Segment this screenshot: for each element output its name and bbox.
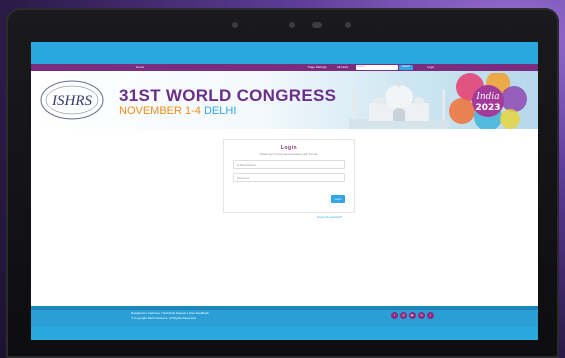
ishrs-logo[interactable]: ISHRS bbox=[39, 79, 105, 121]
congress-title: 31ST WORLD CONGRESS bbox=[119, 86, 337, 105]
camera-dot bbox=[232, 22, 238, 28]
email-field[interactable]: E-Mail Address bbox=[233, 160, 345, 169]
footer-bottom-bar bbox=[31, 327, 538, 340]
taj-mahal-illustration bbox=[349, 81, 449, 129]
india-2023-badge: India 2023 bbox=[449, 73, 527, 129]
social-icons: f ◎ ▶ in t bbox=[391, 312, 434, 319]
footer-links: Designed in Cadmore | Technical Support … bbox=[131, 311, 209, 320]
youtube-icon[interactable]: ▶ bbox=[409, 312, 416, 319]
footer-copyright: © Copyright 2023 Cadmore. All Rights Res… bbox=[131, 315, 197, 320]
top-blue-bar bbox=[31, 42, 538, 64]
linkedin-icon[interactable]: in bbox=[418, 312, 425, 319]
nav-bar: Home Page Settings All Links search... S… bbox=[31, 64, 538, 71]
congress-banner: ISHRS 31ST WORLD CONGRESS NOVEMBER 1-4 D… bbox=[31, 71, 538, 129]
forgot-password-link[interactable]: Forgot the password? bbox=[317, 216, 342, 219]
login-title: Login bbox=[280, 145, 298, 151]
camera-dot bbox=[289, 22, 295, 28]
svg-text:ISHRS: ISHRS bbox=[51, 93, 92, 109]
login-subtitle: Please log in to your account below to j… bbox=[259, 153, 319, 156]
camera-dot bbox=[345, 22, 351, 28]
camera-lens bbox=[312, 22, 322, 28]
congress-city: DELHI bbox=[203, 105, 237, 117]
footer-links-line[interactable]: Designed in Cadmore | Technical Support … bbox=[131, 311, 209, 316]
congress-date-text: NOVEMBER 1-4 bbox=[119, 105, 201, 117]
nav-all-links-link[interactable]: All Links bbox=[337, 65, 348, 69]
footer: Designed in Cadmore | Technical Support … bbox=[31, 306, 538, 340]
twitter-icon[interactable]: t bbox=[427, 312, 434, 319]
svg-text:2023: 2023 bbox=[475, 103, 500, 113]
search-input[interactable]: search... bbox=[356, 65, 398, 70]
nav-home-link[interactable]: Home bbox=[136, 65, 144, 69]
nav-login-link[interactable]: Login bbox=[427, 65, 434, 69]
instagram-icon[interactable]: ◎ bbox=[400, 312, 407, 319]
laptop-screen: Home Page Settings All Links search... S… bbox=[31, 42, 538, 340]
nav-page-settings-link[interactable]: Page Settings bbox=[308, 65, 327, 69]
facebook-icon[interactable]: f bbox=[391, 312, 398, 319]
login-button[interactable]: Login bbox=[331, 195, 345, 203]
login-card: Login Please log in to your account belo… bbox=[223, 139, 355, 213]
footer-top-strip bbox=[31, 306, 538, 310]
congress-date: NOVEMBER 1-4 DELHI bbox=[119, 105, 236, 117]
search-button[interactable]: Search bbox=[399, 65, 413, 70]
password-field[interactable]: Password bbox=[233, 173, 345, 182]
svg-text:India: India bbox=[475, 92, 499, 102]
